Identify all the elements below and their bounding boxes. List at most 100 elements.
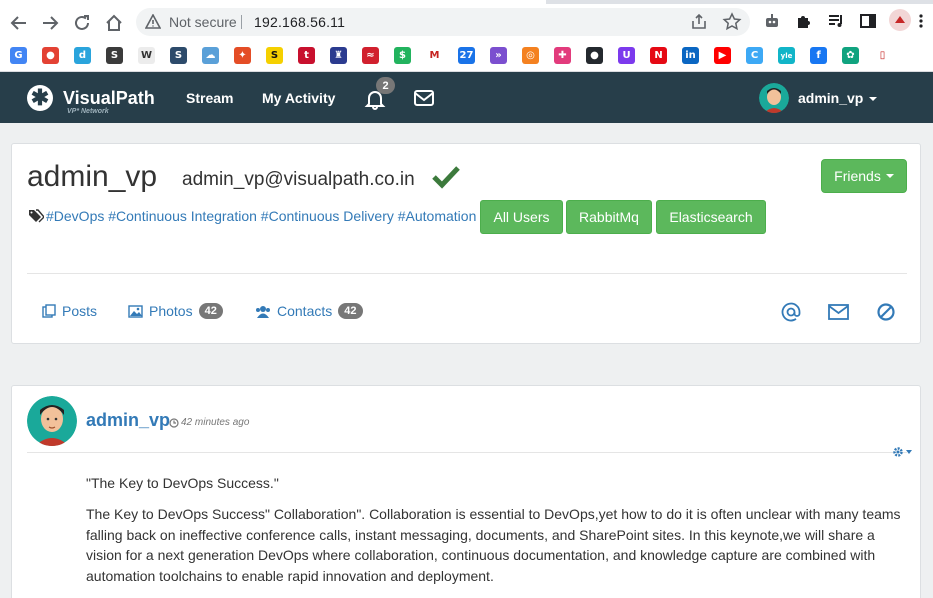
d-icon[interactable]: d bbox=[74, 47, 91, 64]
message-envelope-icon[interactable] bbox=[828, 304, 849, 320]
stackshare-icon[interactable]: S bbox=[170, 47, 187, 64]
profile-tags[interactable]: #DevOps #Continuous Integration #Continu… bbox=[46, 208, 476, 224]
brand-name[interactable]: VisualPath bbox=[63, 88, 155, 109]
nav-activity-link[interactable]: My Activity bbox=[262, 90, 335, 106]
s-yellow-icon[interactable]: S bbox=[266, 47, 283, 64]
google-translate-icon[interactable]: G bbox=[10, 47, 27, 64]
chevron-down-icon bbox=[885, 174, 894, 178]
photos-count-badge: 42 bbox=[198, 303, 223, 319]
youtube-icon[interactable]: ▶ bbox=[714, 47, 731, 64]
cloud-icon[interactable]: ☁ bbox=[202, 47, 219, 64]
yle-icon[interactable]: yle bbox=[778, 47, 795, 64]
reload-icon bbox=[75, 15, 89, 30]
profile-card: admin_vp admin_vp@visualpath.co.in Frien… bbox=[11, 143, 921, 344]
at-sign-icon[interactable] bbox=[781, 302, 801, 322]
address-bar[interactable]: Not secure 192.168.56.11 bbox=[136, 8, 750, 36]
image-icon bbox=[128, 304, 143, 318]
chevron-down-icon bbox=[906, 450, 912, 454]
media-queue-icon[interactable] bbox=[827, 12, 845, 30]
orange-cloud-icon[interactable]: ◎ bbox=[522, 47, 539, 64]
nav-avatar[interactable] bbox=[759, 83, 789, 113]
side-panel-icon[interactable] bbox=[859, 12, 877, 30]
posts-icon bbox=[42, 304, 56, 318]
divider bbox=[27, 273, 907, 274]
separator bbox=[241, 15, 242, 29]
dollar-icon[interactable]: $ bbox=[394, 47, 411, 64]
tags-icon bbox=[29, 209, 44, 223]
all-users-button[interactable]: All Users bbox=[480, 200, 563, 234]
post-card: admin_vp 42 minutes ago "The Key to DevO… bbox=[11, 385, 921, 598]
tt-icon[interactable]: t bbox=[298, 47, 315, 64]
arrow-left-icon bbox=[10, 16, 26, 30]
tab-contacts-label: Contacts bbox=[277, 303, 333, 319]
brand-subtitle: VP* Network bbox=[67, 108, 109, 115]
notification-badge: 2 bbox=[376, 77, 395, 94]
tab-photos[interactable]: Photos 42 bbox=[128, 303, 223, 319]
elasticsearch-button[interactable]: Elasticsearch bbox=[656, 200, 766, 234]
red-wave-icon[interactable]: ≈ bbox=[362, 47, 379, 64]
post-timestamp: 42 minutes ago bbox=[181, 417, 250, 428]
github-icon[interactable]: ● bbox=[586, 47, 603, 64]
bookmark-star-icon[interactable] bbox=[722, 12, 742, 32]
logo-star-icon[interactable]: ✱ bbox=[27, 85, 53, 111]
back-button[interactable] bbox=[6, 10, 32, 36]
home-icon bbox=[106, 14, 122, 31]
profile-email: admin_vp@visualpath.co.in bbox=[182, 169, 415, 190]
profile-avatar[interactable] bbox=[889, 9, 911, 31]
browser-toolbar: Not secure 192.168.56.11 bbox=[0, 4, 933, 40]
forward-button[interactable] bbox=[37, 10, 63, 36]
gear-icon bbox=[893, 447, 903, 457]
users-icon bbox=[256, 305, 270, 318]
doc-icon[interactable]: ▯ bbox=[874, 47, 891, 64]
url-text[interactable]: 192.168.56.11 bbox=[254, 14, 345, 30]
post-author-name[interactable]: admin_vp bbox=[86, 410, 170, 431]
friends-label: Friends bbox=[834, 168, 881, 184]
bookmarks-bar: G ● d S W S ☁ ✦ St ♜ ≈ $ M 27» ◎ ✚ ● U Nin ▶ Cyle f ✿ ▯ bbox=[0, 40, 933, 72]
arrow-right-icon bbox=[43, 16, 59, 30]
nav-username[interactable]: admin_vp bbox=[798, 90, 863, 106]
u-icon[interactable]: U bbox=[618, 47, 635, 64]
nav-stream-link[interactable]: Stream bbox=[186, 90, 233, 106]
tab-posts-label: Posts bbox=[62, 303, 98, 319]
share-icon[interactable] bbox=[690, 13, 708, 31]
home-button[interactable] bbox=[101, 10, 127, 36]
puzzle-bookmark-icon[interactable]: ✚ bbox=[554, 47, 571, 64]
c-icon[interactable]: C bbox=[746, 47, 763, 64]
warning-icon bbox=[145, 14, 161, 29]
chevrons-icon[interactable]: » bbox=[490, 47, 507, 64]
gmail-icon[interactable]: M bbox=[426, 47, 443, 64]
chevron-down-icon[interactable] bbox=[869, 97, 877, 101]
netflix-icon[interactable]: N bbox=[650, 47, 667, 64]
contacts-count-badge: 42 bbox=[338, 303, 363, 319]
calendar-icon[interactable]: 27 bbox=[458, 47, 475, 64]
post-options-button[interactable] bbox=[892, 446, 912, 458]
post-author-avatar[interactable] bbox=[27, 396, 77, 446]
linkedin-icon[interactable]: in bbox=[682, 47, 699, 64]
tab-photos-label: Photos bbox=[149, 303, 193, 319]
extensions-puzzle-icon[interactable] bbox=[795, 12, 813, 30]
post-body: The Key to DevOps Success" Collaboration… bbox=[86, 506, 901, 584]
leaf-icon[interactable]: ✦ bbox=[234, 47, 251, 64]
robot-extension-icon[interactable] bbox=[763, 12, 781, 30]
facebook-icon[interactable]: f bbox=[810, 47, 827, 64]
reload-button[interactable] bbox=[69, 10, 95, 36]
rabbitmq-button[interactable]: RabbitMq bbox=[566, 200, 652, 234]
post-title: "The Key to DevOps Success." bbox=[86, 475, 279, 491]
profile-name: admin_vp bbox=[27, 160, 158, 193]
envelope-icon[interactable] bbox=[413, 89, 435, 107]
site-navbar: ✱ VisualPath VP* Network Stream My Activ… bbox=[0, 72, 933, 123]
friends-button[interactable]: Friends bbox=[821, 159, 907, 193]
w-icon[interactable]: W bbox=[138, 47, 155, 64]
tab-posts[interactable]: Posts bbox=[42, 303, 97, 319]
clock-icon bbox=[169, 418, 179, 428]
bird-icon bbox=[895, 16, 905, 23]
tab-contacts[interactable]: Contacts 42 bbox=[255, 303, 363, 319]
checkmark-icon bbox=[432, 166, 460, 189]
openai-icon[interactable]: ✿ bbox=[842, 47, 859, 64]
red-circle-icon[interactable]: ● bbox=[42, 47, 59, 64]
block-icon[interactable] bbox=[876, 302, 896, 322]
menu-dots-icon[interactable] bbox=[918, 12, 924, 30]
s-icon[interactable]: S bbox=[106, 47, 123, 64]
divider bbox=[27, 452, 907, 453]
chess-icon[interactable]: ♜ bbox=[330, 47, 347, 64]
